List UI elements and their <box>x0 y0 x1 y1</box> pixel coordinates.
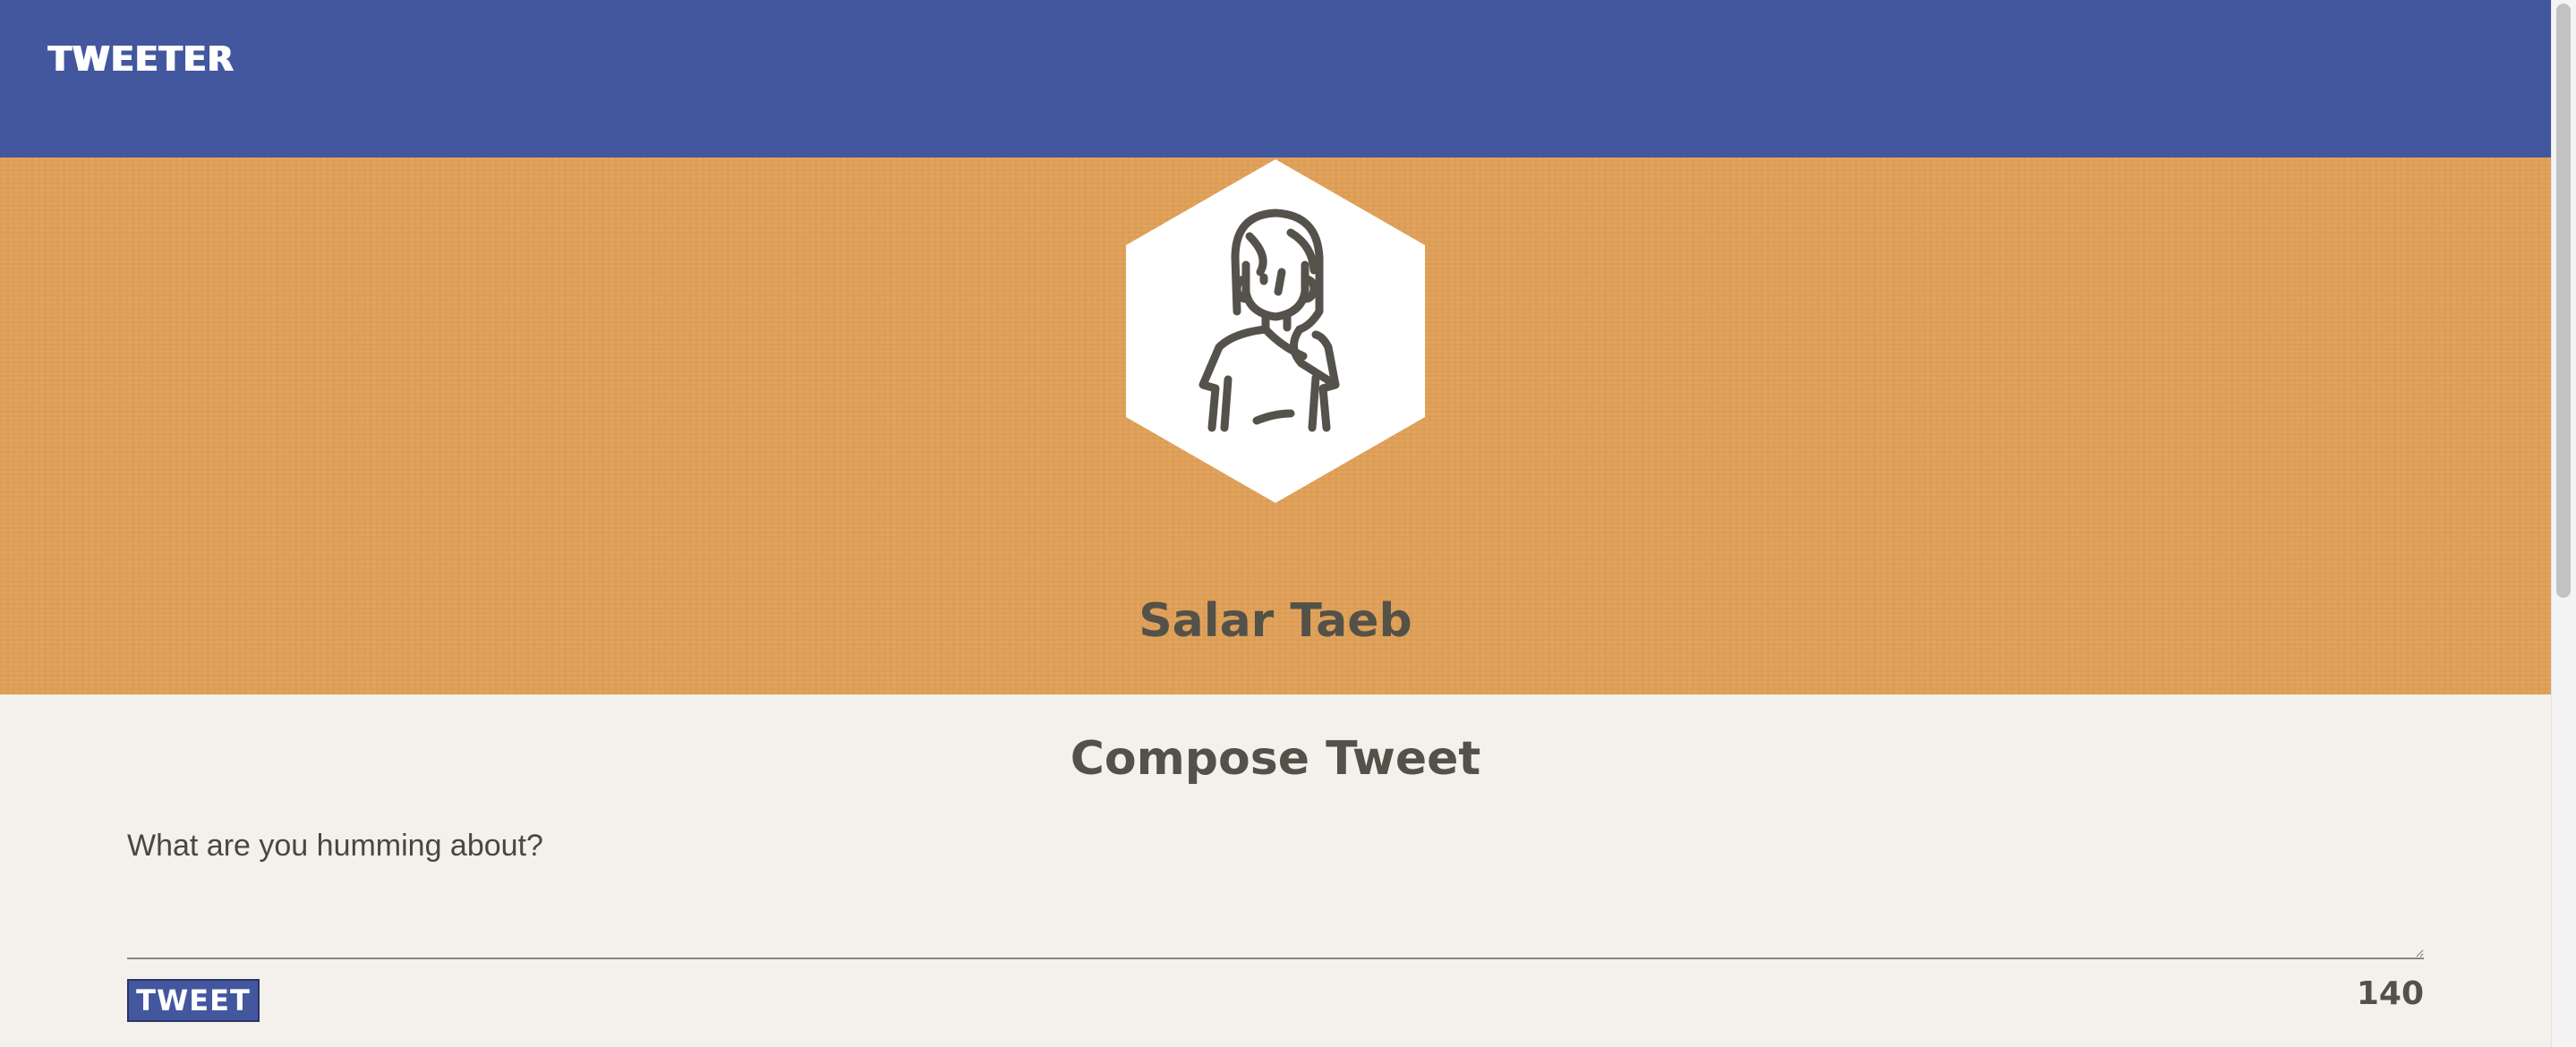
char-counter: 140 <box>2356 975 2424 1012</box>
tweet-button[interactable]: TWEET <box>127 979 260 1022</box>
compose-title: Compose Tweet <box>1070 732 1481 786</box>
profile-header: Salar Taeb <box>0 157 2551 694</box>
nav-bar: TWEETER <box>0 0 2551 157</box>
tweet-input[interactable] <box>127 820 2424 959</box>
profile-name: Salar Taeb <box>1139 594 1412 648</box>
scrollbar-thumb[interactable] <box>2556 4 2571 598</box>
person-avatar-icon <box>1126 159 1425 503</box>
brand-logo[interactable]: TWEETER <box>48 39 235 79</box>
page: TWEETER Salar Taeb Compose Tweet What ar… <box>0 0 2576 1047</box>
